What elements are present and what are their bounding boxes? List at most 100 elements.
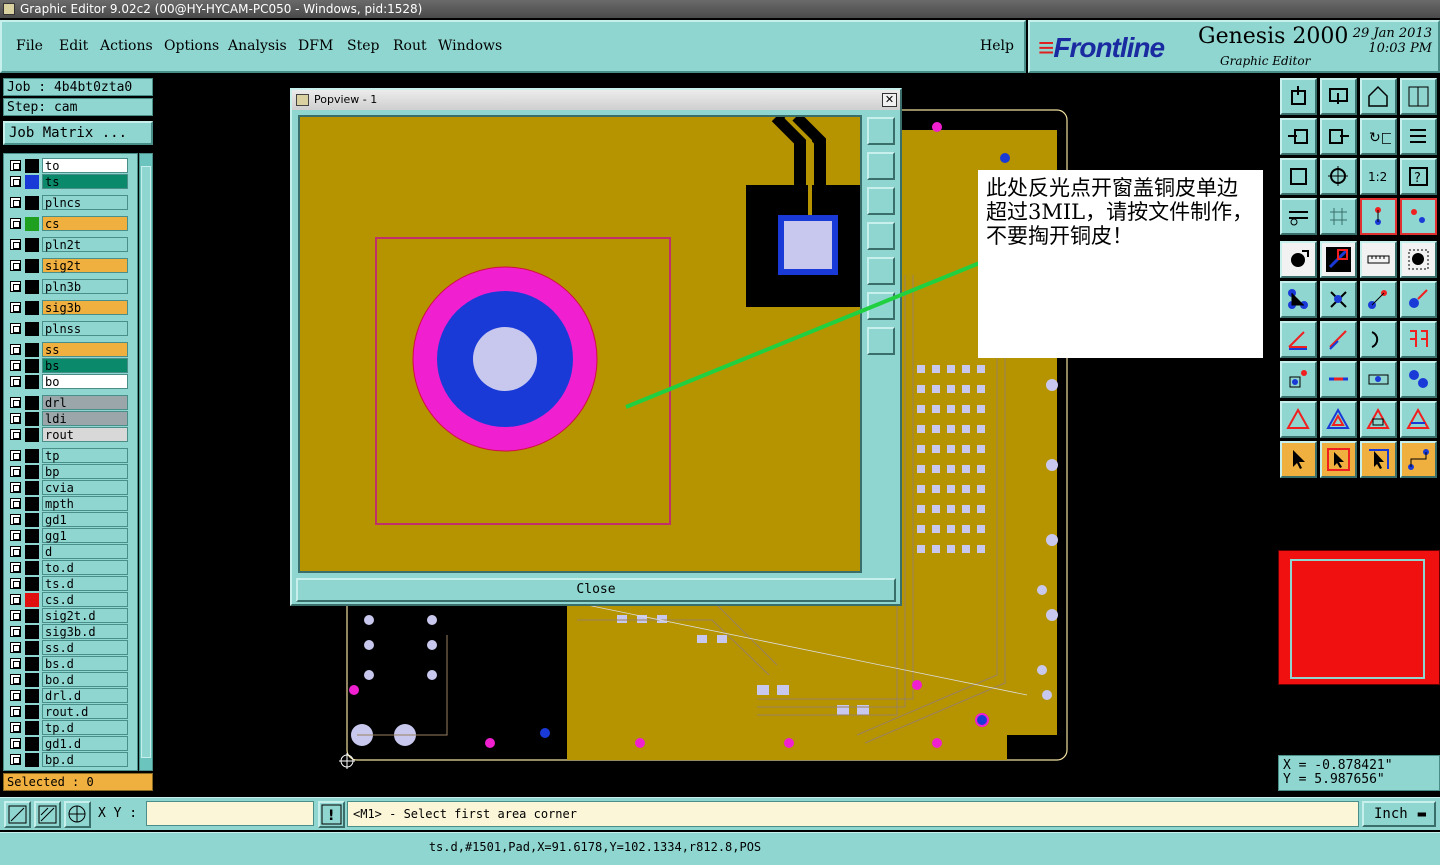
layer-checkbox[interactable] <box>10 642 21 653</box>
layer-checkbox[interactable] <box>10 610 21 621</box>
layer-checkbox[interactable] <box>10 281 21 292</box>
pan-left-icon[interactable] <box>1280 118 1317 155</box>
layer-row-rout-d[interactable]: rout.d <box>7 704 137 719</box>
layer-checkbox[interactable] <box>10 360 21 371</box>
layer-color-swatch[interactable] <box>25 396 39 410</box>
layer-row-ss[interactable]: ss <box>7 342 137 357</box>
scale-1-2-icon[interactable]: 1:2 <box>1360 158 1397 195</box>
layer-name[interactable]: bo.d <box>42 672 128 687</box>
layer-row-ldi[interactable]: ldi <box>7 411 137 426</box>
layer-row-plncs[interactable]: plncs <box>7 195 137 210</box>
fit-icon[interactable] <box>1280 158 1317 195</box>
layer-checkbox[interactable] <box>10 498 21 509</box>
fit-icon[interactable] <box>867 292 895 320</box>
layer-checkbox[interactable] <box>10 239 21 250</box>
layer-name[interactable]: d <box>42 544 128 559</box>
layer-row-mpth[interactable]: mpth <box>7 496 137 511</box>
layer-name[interactable]: sig2t <box>42 258 128 273</box>
layer-name[interactable]: cs.d <box>42 592 128 607</box>
popview-close-button[interactable]: Close <box>296 578 896 602</box>
layer-row-to[interactable]: to <box>7 158 137 173</box>
job-matrix-button[interactable]: Job Matrix ... <box>3 121 153 145</box>
layer-color-swatch[interactable] <box>25 465 39 479</box>
layer-name[interactable]: to <box>42 158 128 173</box>
layer-color-swatch[interactable] <box>25 593 39 607</box>
layer-row-cvia[interactable]: cvia <box>7 480 137 495</box>
layer-color-swatch[interactable] <box>25 343 39 357</box>
layer-checkbox[interactable] <box>10 323 21 334</box>
layer-color-swatch[interactable] <box>25 428 39 442</box>
layer-row-sig3b[interactable]: sig3b <box>7 300 137 315</box>
layer-checkbox[interactable] <box>10 706 21 717</box>
layer-color-swatch[interactable] <box>25 322 39 336</box>
layer-row-sig3b-d[interactable]: sig3b.d <box>7 624 137 639</box>
home-icon[interactable] <box>1280 78 1317 115</box>
layer-name[interactable]: bp <box>42 464 128 479</box>
line-add-icon[interactable] <box>1320 361 1357 398</box>
layer-row-cs-d[interactable]: cs.d <box>7 592 137 607</box>
area-select-icon[interactable] <box>1400 241 1437 278</box>
dimension-icon[interactable] <box>1360 361 1397 398</box>
layer-checkbox[interactable] <box>10 754 21 765</box>
layer-checkbox[interactable] <box>10 397 21 408</box>
center-icon[interactable] <box>1320 158 1357 195</box>
layer-color-swatch[interactable] <box>25 238 39 252</box>
layer-row-d[interactable]: d <box>7 544 137 559</box>
layer-color-swatch[interactable] <box>25 737 39 751</box>
connect-icon[interactable] <box>1360 281 1397 318</box>
overview-viewport[interactable] <box>1290 559 1425 679</box>
layer-row-bo[interactable]: bo <box>7 374 137 389</box>
layer-checkbox[interactable] <box>10 690 21 701</box>
layer-checkbox[interactable] <box>10 674 21 685</box>
swap-icon[interactable]: ↻□ <box>1360 118 1397 155</box>
layer-name[interactable]: pln2t <box>42 237 128 252</box>
popview-window[interactable]: Popview - 1 ✕ Close <box>290 88 902 606</box>
layer-row-tp[interactable]: tp <box>7 448 137 463</box>
layer-color-swatch[interactable] <box>25 625 39 639</box>
layer-color-swatch[interactable] <box>25 280 39 294</box>
layer-color-swatch[interactable] <box>25 259 39 273</box>
scrollbar-thumb[interactable] <box>141 166 151 758</box>
layer-name[interactable]: cvia <box>42 480 128 495</box>
mirror-icon[interactable] <box>1400 321 1437 358</box>
layer-row-ts-d[interactable]: ts.d <box>7 576 137 591</box>
layer-compare-icon[interactable] <box>1400 198 1437 235</box>
layer-color-swatch[interactable] <box>25 577 39 591</box>
grid-snap-icon[interactable] <box>64 801 91 828</box>
zoom-line-icon[interactable] <box>34 801 61 828</box>
grid-icon[interactable] <box>1320 198 1357 235</box>
zoom-home-icon[interactable] <box>867 117 895 145</box>
menu-options[interactable]: Options <box>164 38 219 54</box>
layer-color-swatch[interactable] <box>25 449 39 463</box>
layer-name[interactable]: ldi <box>42 411 128 426</box>
layer-name[interactable]: sig2t.d <box>42 608 128 623</box>
layer-color-swatch[interactable] <box>25 217 39 231</box>
layer-name[interactable]: rout.d <box>42 704 128 719</box>
layer-color-swatch[interactable] <box>25 705 39 719</box>
triangle-arc-icon[interactable] <box>1400 401 1437 438</box>
layer-checkbox[interactable] <box>10 260 21 271</box>
layer-checkbox[interactable] <box>10 160 21 171</box>
house-icon[interactable] <box>1360 78 1397 115</box>
layer-row-bp-d[interactable]: bp.d <box>7 752 137 767</box>
layer-color-swatch[interactable] <box>25 159 39 173</box>
layer-row-pln2t[interactable]: pln2t <box>7 237 137 252</box>
layer-checkbox[interactable] <box>10 738 21 749</box>
layer-name[interactable]: to.d <box>42 560 128 575</box>
layer-row-rout[interactable]: rout <box>7 427 137 442</box>
layer-color-swatch[interactable] <box>25 561 39 575</box>
layer-name[interactable]: cs <box>42 216 128 231</box>
pan-right-icon[interactable] <box>1320 118 1357 155</box>
layer-color-swatch[interactable] <box>25 657 39 671</box>
layer-name[interactable]: pln3b <box>42 279 128 294</box>
layer-name[interactable]: tp <box>42 448 128 463</box>
layer-name[interactable]: ts <box>42 174 128 189</box>
layer-name[interactable]: drl.d <box>42 688 128 703</box>
menu-help[interactable]: Help <box>980 38 1014 54</box>
layer-row-gg1[interactable]: gg1 <box>7 528 137 543</box>
overview-map[interactable] <box>1278 550 1440 685</box>
layer-color-swatch[interactable] <box>25 375 39 389</box>
layer-row-sig2t[interactable]: sig2t <box>7 258 137 273</box>
menu-edit[interactable]: Edit <box>59 38 88 54</box>
layer-name[interactable]: rout <box>42 427 128 442</box>
